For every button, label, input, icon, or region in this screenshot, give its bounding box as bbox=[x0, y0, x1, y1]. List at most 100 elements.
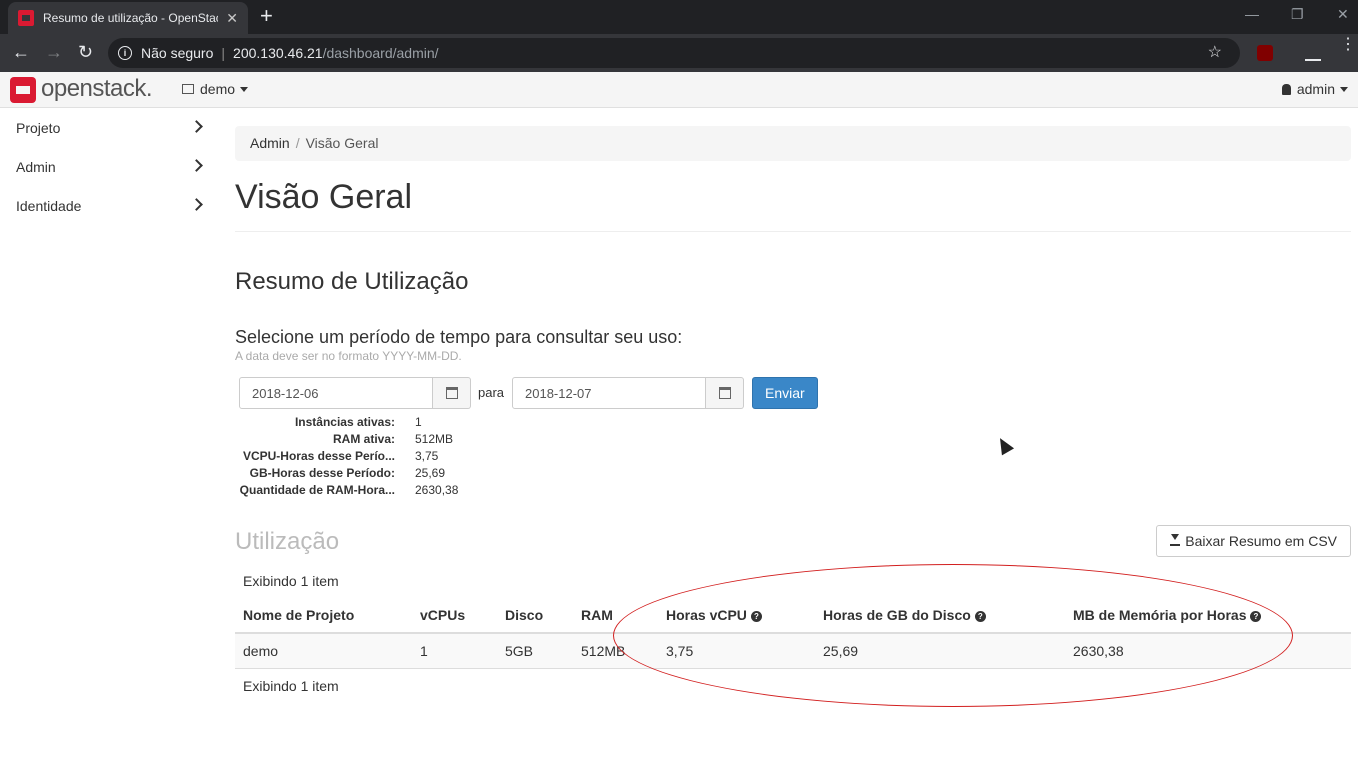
summary-row: VCPU-Horas desse Perío... 3,75 bbox=[235, 447, 458, 464]
date-range-label: para bbox=[478, 385, 505, 400]
summary-row: GB-Horas desse Período: 25,69 bbox=[235, 464, 458, 481]
ublock-extension-icon[interactable] bbox=[1257, 45, 1273, 61]
download-csv-label: Baixar Resumo em CSV bbox=[1185, 533, 1337, 549]
url-host: 200.130.46.21 bbox=[233, 45, 323, 61]
sidebar-item-label: Identidade bbox=[16, 197, 82, 214]
window-close-icon[interactable]: ✕ bbox=[1337, 6, 1349, 23]
url-path: /dashboard/admin/ bbox=[322, 45, 439, 61]
summary-value: 512MB bbox=[415, 431, 454, 446]
sidebar-item-projeto[interactable]: Projeto bbox=[0, 108, 215, 147]
column-header-with-help[interactable]: Horas vCPU? bbox=[658, 607, 815, 623]
project-name: demo bbox=[200, 81, 236, 97]
summary-row: Quantidade de RAM-Hora... 2630,38 bbox=[235, 481, 459, 498]
browser-toolbar: ← → ↻ i Não seguro | 200.130.46.21 /dash… bbox=[0, 34, 1358, 72]
calendar-icon bbox=[445, 387, 458, 399]
page-title: Visão Geral bbox=[235, 178, 413, 216]
column-header-with-help[interactable]: MB de Memória por Horas? bbox=[1065, 607, 1351, 623]
column-header[interactable]: Nome de Projeto bbox=[235, 607, 412, 623]
usage-table: Nome de Projeto vCPUs Disco RAM Horas vC… bbox=[235, 598, 1351, 669]
info-icon[interactable]: i bbox=[118, 46, 132, 60]
breadcrumb-current: Visão Geral bbox=[305, 135, 379, 151]
openstack-favicon-icon bbox=[18, 10, 34, 26]
user-name: admin bbox=[1296, 81, 1335, 97]
table-cell: 3,75 bbox=[666, 643, 694, 659]
column-header: Horas de GB do Disco bbox=[823, 607, 971, 623]
start-date-calendar-button[interactable] bbox=[433, 377, 471, 409]
table-cell: 25,69 bbox=[823, 643, 859, 659]
summary-value: 3,75 bbox=[415, 448, 439, 463]
column-header[interactable]: vCPUs bbox=[412, 607, 497, 623]
end-date-calendar-button[interactable] bbox=[706, 377, 744, 409]
tab-close-icon[interactable]: ✕ bbox=[226, 10, 238, 27]
usage-summary: Instâncias ativas: 1 RAM ativa: 512MB VC… bbox=[235, 413, 459, 498]
summary-value: 25,69 bbox=[415, 465, 446, 480]
restore-icon[interactable]: ❐ bbox=[1291, 6, 1304, 23]
address-separator: | bbox=[221, 45, 226, 61]
usage-title: Utilização bbox=[235, 528, 340, 555]
column-header[interactable]: Disco bbox=[497, 607, 573, 623]
sidebar-item-label: Projeto bbox=[16, 119, 61, 136]
table-row: demo 1 5GB 512MB 3,75 25,69 2630,38 bbox=[235, 634, 1351, 669]
browser-menu-icon[interactable]: ⋮ bbox=[1340, 37, 1356, 53]
column-header: MB de Memória por Horas bbox=[1073, 607, 1247, 623]
bookmark-star-icon[interactable]: ☆ bbox=[1208, 42, 1222, 62]
user-icon bbox=[1281, 83, 1291, 95]
mouse-cursor-icon bbox=[993, 434, 1015, 456]
project-selector[interactable]: demo bbox=[182, 81, 249, 97]
sidebar: Projeto Admin Identidade bbox=[0, 108, 215, 225]
openstack-logo-icon[interactable] bbox=[10, 77, 36, 103]
section-title: Resumo de Utilização bbox=[235, 268, 469, 295]
download-csv-button[interactable]: Baixar Resumo em CSV bbox=[1156, 525, 1351, 557]
breadcrumb-admin-link[interactable]: Admin bbox=[250, 135, 290, 151]
summary-key: VCPU-Horas desse Perío... bbox=[242, 448, 395, 463]
browser-tab[interactable]: Resumo de utilização - OpenStack ✕ bbox=[8, 2, 248, 34]
summary-value: 2630,38 bbox=[415, 482, 459, 497]
forward-arrow-icon[interactable]: → bbox=[45, 42, 63, 62]
table-header: Nome de Projeto vCPUs Disco RAM Horas vC… bbox=[235, 598, 1351, 634]
caret-down-icon bbox=[240, 86, 249, 92]
incognito-extension-icon[interactable] bbox=[1305, 45, 1321, 61]
start-date-group bbox=[239, 377, 471, 409]
tab-title: Resumo de utilização - OpenStack bbox=[43, 11, 218, 25]
title-divider bbox=[235, 231, 1351, 232]
chevron-right-icon bbox=[190, 198, 203, 211]
breadcrumb-separator: / bbox=[295, 135, 300, 151]
table-cell: 512MB bbox=[581, 643, 626, 659]
item-count-top: Exibindo 1 item bbox=[243, 573, 339, 589]
minimize-icon[interactable]: — bbox=[1245, 6, 1259, 22]
item-count-bottom: Exibindo 1 item bbox=[243, 678, 339, 694]
user-menu[interactable]: admin bbox=[1281, 81, 1348, 97]
end-date-group bbox=[512, 377, 744, 409]
sidebar-item-admin[interactable]: Admin bbox=[0, 147, 215, 186]
column-header[interactable]: RAM bbox=[573, 607, 658, 623]
end-date-input[interactable] bbox=[512, 377, 706, 409]
new-tab-button[interactable]: + bbox=[260, 5, 273, 27]
question-icon[interactable]: ? bbox=[974, 610, 986, 622]
openstack-logo-text[interactable]: openstack. bbox=[41, 75, 153, 103]
summary-row: RAM ativa: 512MB bbox=[235, 430, 458, 447]
sidebar-item-identidade[interactable]: Identidade bbox=[0, 186, 215, 225]
period-label: Selecione um período de tempo para consu… bbox=[235, 327, 683, 347]
chevron-right-icon bbox=[190, 120, 203, 133]
start-date-input[interactable] bbox=[239, 377, 433, 409]
table-cell: 1 bbox=[420, 643, 428, 659]
question-icon[interactable]: ? bbox=[750, 610, 762, 622]
summary-value: 1 bbox=[415, 414, 422, 429]
browser-tabbar: Resumo de utilização - OpenStack ✕ + — ❐… bbox=[0, 0, 1358, 34]
submit-button[interactable]: Enviar bbox=[752, 377, 818, 409]
column-header-with-help[interactable]: Horas de GB do Disco? bbox=[815, 607, 1065, 623]
back-arrow-icon[interactable]: ← bbox=[12, 42, 30, 62]
address-bar[interactable]: i Não seguro | 200.130.46.21 /dashboard/… bbox=[108, 38, 1240, 68]
summary-key: GB-Horas desse Período: bbox=[249, 465, 395, 480]
caret-down-icon bbox=[1340, 86, 1348, 92]
date-format-help: A data deve ser no formato YYYY-MM-DD. bbox=[235, 349, 462, 363]
summary-key: Instâncias ativas: bbox=[294, 414, 395, 429]
security-label: Não seguro bbox=[141, 45, 214, 61]
reload-icon[interactable]: ↻ bbox=[78, 42, 93, 62]
table-cell: 5GB bbox=[505, 643, 534, 659]
question-icon[interactable]: ? bbox=[1250, 610, 1262, 622]
chevron-right-icon bbox=[190, 159, 203, 172]
table-cell: 2630,38 bbox=[1073, 643, 1124, 659]
column-header: Horas vCPU bbox=[666, 607, 747, 623]
download-icon bbox=[1170, 534, 1181, 546]
